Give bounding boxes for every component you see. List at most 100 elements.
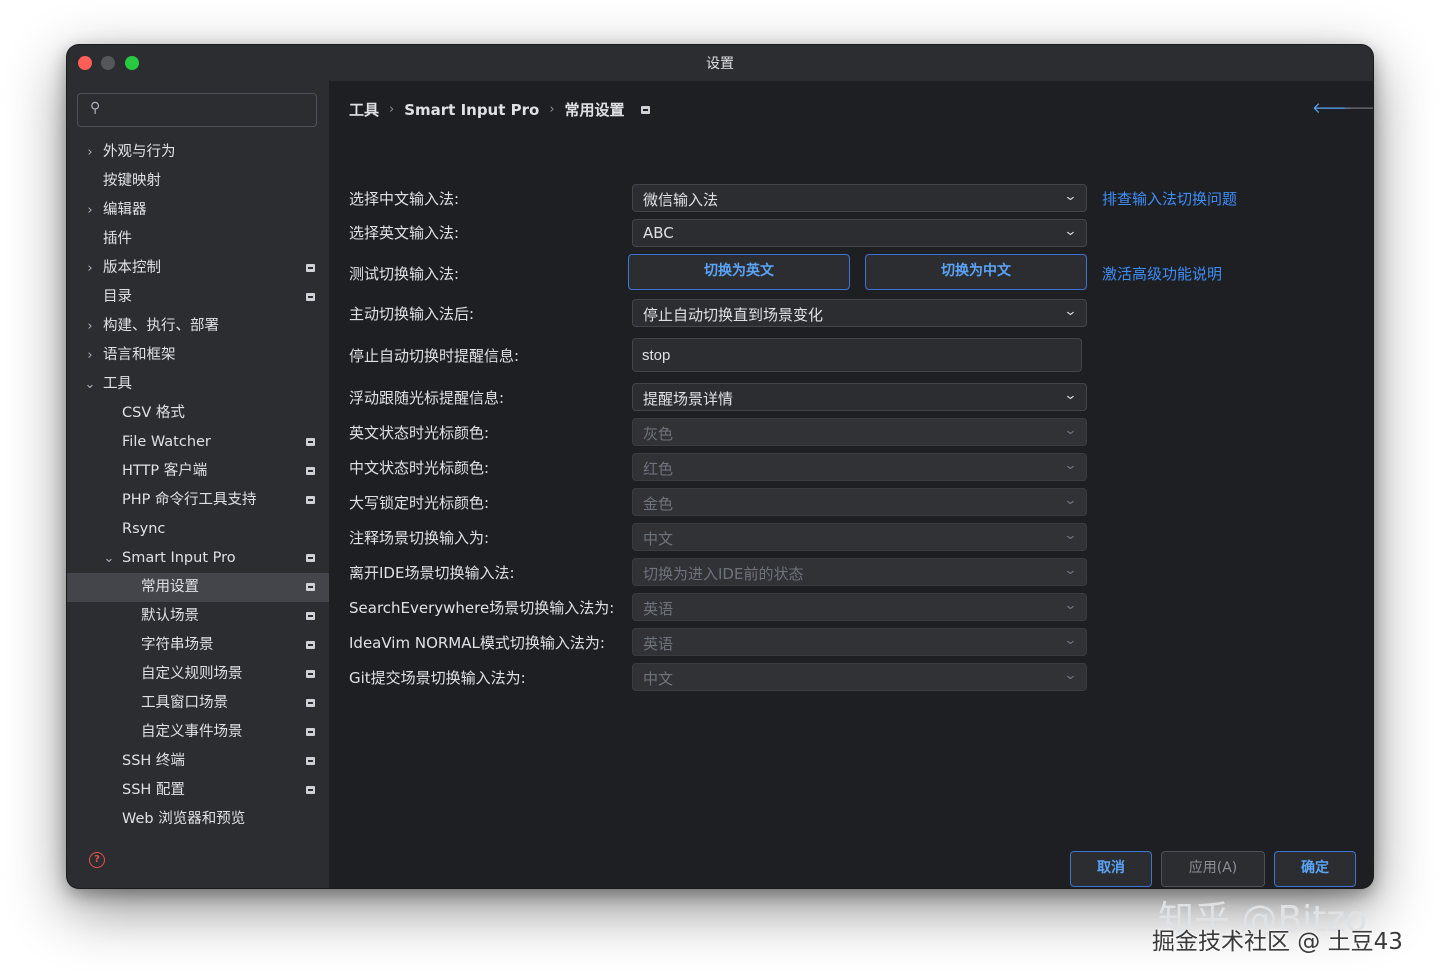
- comment-scene-label: 注释场景切换输入为:: [349, 529, 490, 547]
- sidebar-item[interactable]: Rsync: [67, 515, 329, 544]
- chevron-right-icon[interactable]: ›: [83, 312, 97, 341]
- cn-cursor-color-label: 中文状态时光标颜色:: [349, 459, 490, 477]
- project-scope-icon: [306, 728, 315, 736]
- sidebar-item-label: 外观与行为: [103, 144, 176, 160]
- watermark-juejin: 掘金技术社区 @ 土豆43: [1152, 929, 1403, 955]
- help-icon[interactable]: ?: [89, 852, 105, 868]
- breadcrumb-item-tools[interactable]: 工具: [349, 99, 379, 120]
- sidebar-item[interactable]: › 构建、执行、部署: [67, 312, 329, 341]
- search-everywhere-label: SearchEverywhere场景切换输入法为:: [349, 599, 615, 617]
- ok-button[interactable]: 确定: [1274, 851, 1356, 887]
- sidebar-item-label: 语言和框架: [103, 347, 176, 363]
- search-box[interactable]: ⚲: [77, 93, 317, 127]
- en-ime-label: 选择英文输入法:: [349, 224, 460, 242]
- sidebar-item[interactable]: PHP 命令行工具支持: [67, 486, 329, 515]
- breadcrumb-separator: ›: [389, 102, 395, 117]
- sidebar-item[interactable]: 目录: [67, 283, 329, 312]
- sidebar-item[interactable]: 自定义规则场景: [67, 660, 329, 689]
- sidebar-item[interactable]: ⌄ 工具: [67, 370, 329, 399]
- float-hint-dropdown[interactable]: 提醒场景详情 ⌄: [632, 383, 1087, 411]
- manual-switch-dropdown[interactable]: 停止自动切换直到场景变化 ⌄: [632, 299, 1087, 327]
- settings-sidebar: ⚲ › 外观与行为按键映射 › 编辑器 插件 › 版本控制目录 › 构建、执行、部署 › 语言和框架…: [67, 81, 329, 830]
- titlebar: 设置: [67, 45, 1373, 81]
- project-scope-icon: [306, 467, 315, 475]
- chevron-right-icon[interactable]: ›: [83, 196, 97, 225]
- sidebar-item[interactable]: 工具窗口场景: [67, 689, 329, 718]
- leave-ide-label: 离开IDE场景切换输入法:: [349, 564, 515, 582]
- search-everywhere-dropdown: 英语 ⌄: [632, 593, 1087, 621]
- stop-message-input[interactable]: [632, 338, 1082, 372]
- test-switch-label: 测试切换输入法:: [349, 265, 460, 283]
- cancel-button[interactable]: 取消: [1070, 851, 1152, 887]
- sidebar-item[interactable]: 按键映射: [67, 167, 329, 196]
- sidebar-item[interactable]: › 编辑器: [67, 196, 329, 225]
- apply-button[interactable]: 应用(A): [1161, 851, 1265, 887]
- sidebar-item-label: Smart Input Pro: [122, 550, 236, 566]
- sidebar-item-label: 工具窗口场景: [141, 695, 228, 711]
- cn-cursor-color-dropdown: 红色 ⌄: [632, 453, 1087, 481]
- chevron-down-icon: ⌄: [1063, 224, 1078, 239]
- sidebar-item[interactable]: Web 浏览器和预览: [67, 805, 329, 834]
- sidebar-item[interactable]: › 语言和框架: [67, 341, 329, 370]
- search-input[interactable]: [114, 99, 308, 123]
- git-commit-label: Git提交场景切换输入法为:: [349, 669, 526, 687]
- activate-advanced-link[interactable]: 激活高级功能说明: [1102, 263, 1222, 284]
- chevron-down-icon: ⌄: [1063, 493, 1078, 508]
- sidebar-item-label: 默认场景: [141, 608, 199, 624]
- switch-to-chinese-button[interactable]: 切换为中文: [865, 254, 1087, 290]
- sidebar-item[interactable]: › 版本控制: [67, 254, 329, 283]
- sidebar-item-label: 常用设置: [141, 579, 199, 595]
- project-scope-icon: [306, 641, 315, 649]
- comment-scene-dropdown: 中文 ⌄: [632, 523, 1087, 551]
- sidebar-item-label: SSH 终端: [122, 753, 185, 769]
- project-scope-icon: [306, 496, 315, 504]
- switch-to-english-button[interactable]: 切换为英文: [628, 254, 850, 290]
- manual-switch-label: 主动切换输入法后:: [349, 305, 475, 323]
- sidebar-item-label: 构建、执行、部署: [103, 318, 219, 334]
- cn-cursor-color-value: 红色: [643, 460, 674, 478]
- caps-cursor-color-value: 金色: [643, 495, 674, 513]
- settings-content: 工具 › Smart Input Pro › 常用设置 🡐 🡒 选择中文输入法: 微信输…: [329, 81, 1373, 888]
- sidebar-item-label: CSV 格式: [122, 405, 185, 421]
- git-commit-dropdown: 中文 ⌄: [632, 663, 1087, 691]
- watermark: 知乎 @Bitzo 掘金技术社区 @ 土豆43: [1152, 890, 1422, 960]
- sidebar-item-label: 按键映射: [103, 173, 161, 189]
- sidebar-item[interactable]: 默认场景: [67, 602, 329, 631]
- sidebar-item[interactable]: 字符串场景: [67, 631, 329, 660]
- chevron-down-icon: ⌄: [1063, 458, 1078, 473]
- search-icon: ⚲: [90, 100, 101, 116]
- sidebar-item[interactable]: File Watcher: [67, 428, 329, 457]
- sidebar-item-label: 字符串场景: [141, 637, 214, 653]
- en-cursor-color-label: 英文状态时光标颜色:: [349, 424, 490, 442]
- ideavim-label: IdeaVim NORMAL模式切换输入法为:: [349, 634, 605, 652]
- chevron-down-icon: ⌄: [1063, 189, 1078, 204]
- chevron-right-icon[interactable]: ›: [83, 254, 97, 283]
- cn-ime-dropdown[interactable]: 微信输入法 ⌄: [632, 184, 1087, 212]
- sidebar-item[interactable]: CSV 格式: [67, 399, 329, 428]
- forward-arrow-icon[interactable]: 🡒: [1343, 98, 1373, 117]
- sidebar-item[interactable]: SSH 配置: [67, 776, 329, 805]
- sidebar-item[interactable]: ⌄ Smart Input Pro: [67, 544, 329, 573]
- sidebar-item[interactable]: HTTP 客户端: [67, 457, 329, 486]
- cn-ime-label: 选择中文输入法:: [349, 190, 460, 208]
- window-title: 设置: [706, 56, 734, 72]
- sidebar-item[interactable]: 插件: [67, 225, 329, 254]
- sidebar-item[interactable]: 自定义事件场景: [67, 718, 329, 747]
- project-scope-icon: [306, 293, 315, 301]
- chevron-down-icon: ⌄: [1063, 423, 1078, 438]
- breadcrumb-item-smart-input-pro[interactable]: Smart Input Pro: [404, 101, 539, 119]
- sidebar-item[interactable]: › 外观与行为: [67, 138, 329, 167]
- troubleshoot-link[interactable]: 排查输入法切换问题: [1102, 188, 1237, 209]
- chevron-down-icon[interactable]: ⌄: [102, 544, 116, 573]
- stop-message-label: 停止自动切换时提醒信息:: [349, 347, 520, 365]
- sidebar-item[interactable]: SSH 终端: [67, 747, 329, 776]
- chevron-down-icon[interactable]: ⌄: [83, 370, 97, 399]
- sidebar-item-label: File Watcher: [122, 434, 211, 450]
- chevron-right-icon[interactable]: ›: [83, 341, 97, 370]
- en-ime-dropdown[interactable]: ABC ⌄: [632, 219, 1087, 247]
- sidebar-item-label: 目录: [103, 289, 132, 305]
- float-hint-label: 浮动跟随光标提醒信息:: [349, 389, 505, 407]
- chevron-right-icon[interactable]: ›: [83, 138, 97, 167]
- sidebar-item[interactable]: 常用设置: [67, 573, 329, 602]
- sidebar-item-label: 工具: [103, 376, 132, 392]
